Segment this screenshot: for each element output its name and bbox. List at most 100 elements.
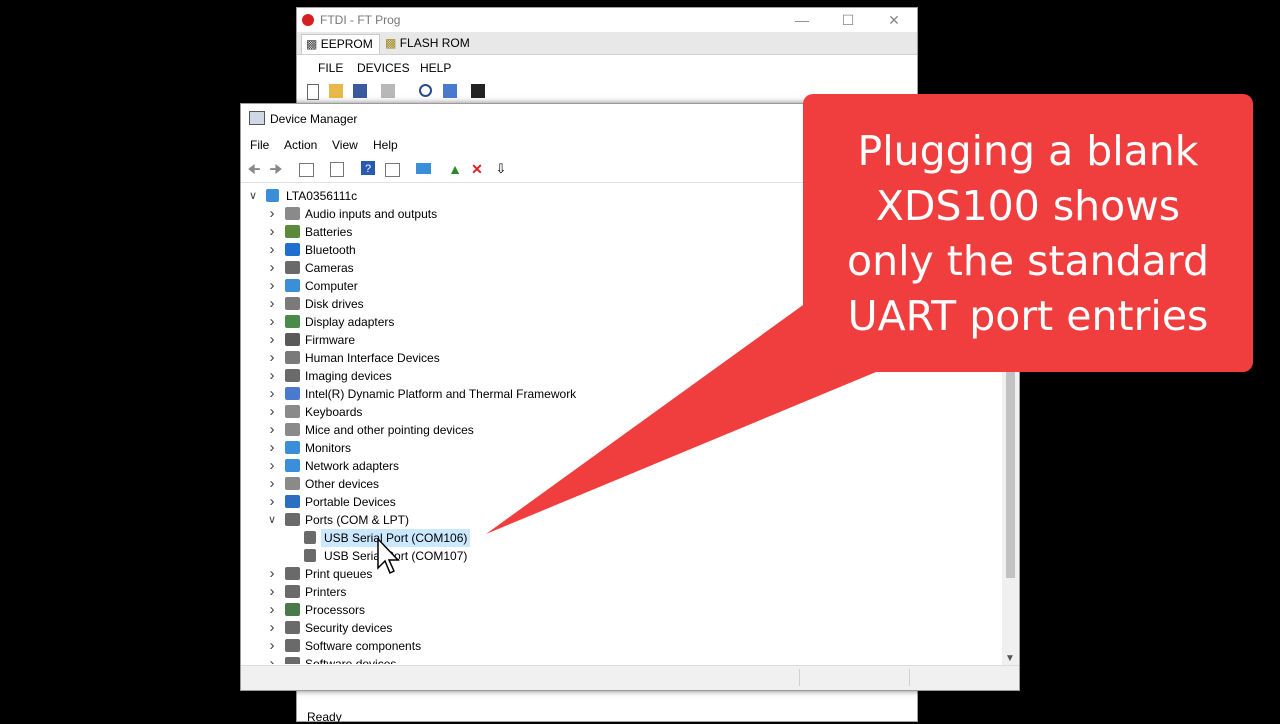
print-queue-icon [285,567,300,580]
expand-arrow-icon[interactable]: › [267,403,277,421]
expand-arrow-icon[interactable]: › [267,619,277,637]
tree-category-item[interactable]: › Printers [267,583,767,601]
expand-arrow-icon[interactable]: › [267,277,277,295]
ftdi-app-icon [302,14,314,26]
new-file-icon[interactable] [307,84,319,100]
other-devices-icon [285,477,300,490]
tree-category-item[interactable]: › Intel(R) Dynamic Platform and Thermal F… [267,385,767,403]
expand-arrow-icon[interactable]: › [267,439,277,457]
mouse-icon [285,423,300,436]
forward-arrow-icon[interactable]: 🠊 [268,161,284,177]
maximize-icon[interactable]: ☐ [825,8,871,32]
tab-flash-rom-label: FLASH ROM [399,36,470,50]
ftdi-titlebar[interactable]: FTDI - FT Prog — ☐ ✕ [297,8,917,32]
expand-arrow-icon[interactable]: › [267,205,277,223]
software-component-icon [285,639,300,652]
tree-category-label: Printers [305,585,347,599]
keyboard-icon [285,405,300,418]
expand-arrow-icon[interactable]: › [267,349,277,367]
help-icon[interactable]: ? [361,161,375,175]
tree-category-label: Network adapters [305,459,400,473]
collapse-arrow-icon[interactable]: ∨ [267,511,277,529]
open-folder-icon[interactable] [329,84,343,98]
menu-help[interactable]: Help [373,138,398,152]
disable-device-icon[interactable]: ⇩ [493,161,509,177]
tree-category-item[interactable]: › Security devices [267,619,767,637]
tree-category-item[interactable]: › Mice and other pointing devices [267,421,767,439]
expand-arrow-icon[interactable]: › [267,475,277,493]
collapse-arrow-icon[interactable]: ∨ [248,187,258,205]
tree-category-item[interactable]: › Network adapters [267,457,767,475]
expand-arrow-icon[interactable]: › [267,385,277,403]
tree-category-item[interactable]: › Print queues [267,565,767,583]
expand-arrow-icon[interactable]: › [267,493,277,511]
tree-category-item[interactable]: › Computer [267,277,767,295]
tree-category-label: Imaging devices [305,369,392,383]
tree-category-item[interactable]: › Software devices [267,655,767,664]
program-icon[interactable] [443,84,457,98]
expand-arrow-icon[interactable]: › [267,367,277,385]
processor-icon [285,603,300,616]
tree-category-item[interactable]: › Keyboards [267,403,767,421]
tree-category-item[interactable]: › Disk drives [267,295,767,313]
tree-category-item[interactable]: › Batteries [267,223,767,241]
tree-category-label: Portable Devices [305,495,396,509]
tree-category-item[interactable]: › Display adapters [267,313,767,331]
expand-arrow-icon[interactable]: › [267,565,277,583]
expand-arrow-icon[interactable]: › [267,421,277,439]
tree-category-item[interactable]: › Cameras [267,259,767,277]
tab-eeprom[interactable]: ▩ EEPROM [301,34,380,54]
tree-category-item[interactable]: › Imaging devices [267,367,767,385]
tree-category-item[interactable]: › Processors [267,601,767,619]
tree-root-node[interactable]: ∨ LTA0356111c [248,187,548,205]
eeprom-chip-icon: ▩ [306,37,318,51]
tree-category-item[interactable]: › Other devices [267,475,767,493]
save-icon[interactable] [353,84,367,98]
show-hide-console-tree-icon[interactable] [299,163,314,177]
tree-category-item[interactable]: › Bluetooth [267,241,767,259]
properties-icon[interactable] [330,162,344,177]
port-icon [285,513,300,526]
tree-category-label: Firmware [305,333,355,347]
tree-category-item[interactable]: ∨ Ports (COM & LPT) [267,511,767,529]
tree-category-label: Batteries [305,225,353,239]
search-devices-icon[interactable] [419,84,432,97]
tree-category-item[interactable]: › Portable Devices [267,493,767,511]
back-arrow-icon[interactable]: 🠈 [246,161,262,177]
expand-arrow-icon[interactable]: › [267,583,277,601]
monitor-icon [285,441,300,454]
expand-arrow-icon[interactable]: › [267,295,277,313]
expand-arrow-icon[interactable]: › [267,259,277,277]
ftdi-menu-help[interactable]: HELP [420,61,451,75]
tree-category-item[interactable]: › Human Interface Devices [267,349,767,367]
expand-arrow-icon[interactable]: › [267,637,277,655]
expand-arrow-icon[interactable]: › [267,601,277,619]
uninstall-device-icon[interactable]: ✕ [469,161,485,177]
ftdi-menu-devices[interactable]: DEVICES [357,61,410,75]
tree-category-item[interactable]: › Firmware [267,331,767,349]
tree-category-label: Display adapters [305,315,395,329]
tree-category-item[interactable]: › Software components [267,637,767,655]
expand-arrow-icon[interactable]: › [267,313,277,331]
ftdi-menu-file[interactable]: FILE [318,61,343,75]
view-icon[interactable] [385,163,400,177]
expand-arrow-icon[interactable]: › [267,457,277,475]
menu-view[interactable]: View [332,138,358,152]
tree-category-item[interactable]: › Monitors [267,439,767,457]
minimize-icon[interactable]: — [779,8,825,32]
tab-flash-rom[interactable]: ▩ FLASH ROM [381,34,476,53]
command-prompt-icon[interactable] [471,84,485,98]
close-icon[interactable]: ✕ [871,8,917,32]
tree-category-item[interactable]: › Audio inputs and outputs [267,205,767,223]
update-driver-icon[interactable]: ▲ [447,161,463,177]
copy-icon[interactable] [381,84,395,98]
expand-arrow-icon[interactable]: › [267,331,277,349]
menu-action[interactable]: Action [284,138,317,152]
expand-arrow-icon[interactable]: › [267,223,277,241]
scroll-down-icon[interactable]: ▼ [1005,653,1015,664]
menu-file[interactable]: File [250,138,269,152]
expand-arrow-icon[interactable]: › [267,655,277,664]
expand-arrow-icon[interactable]: › [267,241,277,259]
software-device-icon [285,657,300,664]
scan-hardware-icon[interactable] [416,163,431,174]
